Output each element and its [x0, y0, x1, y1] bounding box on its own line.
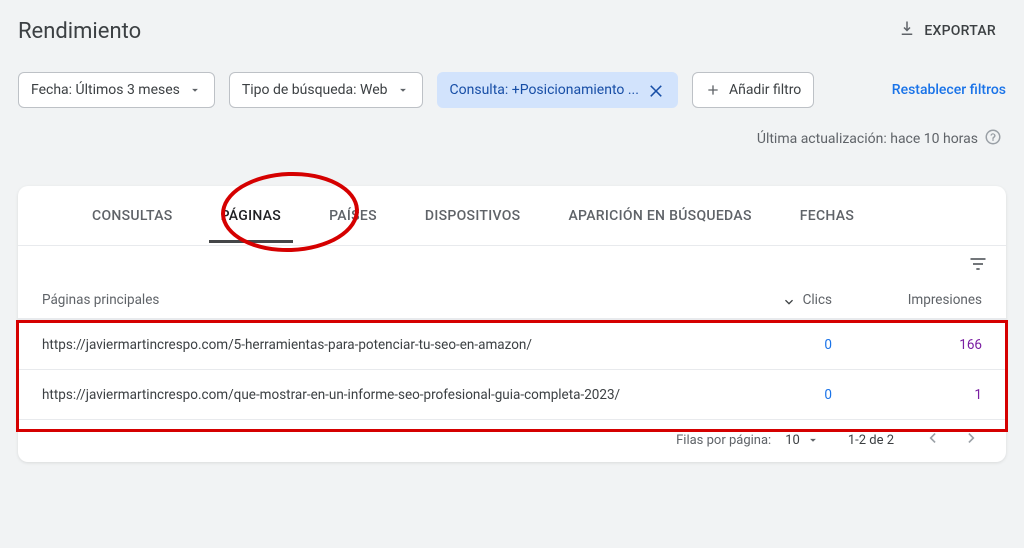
column-header-impresiones[interactable]: Impresiones — [832, 292, 982, 308]
filter-icon[interactable] — [968, 254, 988, 278]
filter-chip-date[interactable]: Fecha: Últimos 3 meses — [18, 72, 215, 108]
table-column-headers: Páginas principales Clics Impresiones — [18, 282, 1006, 320]
chevron-down-icon — [396, 83, 410, 97]
column-header-clics[interactable]: Clics — [682, 292, 832, 308]
filter-chip-add[interactable]: Añadir filtro — [692, 72, 814, 108]
cell-impresiones: 166 — [832, 337, 982, 353]
tab-consultas[interactable]: CONSULTAS — [88, 208, 177, 224]
filter-query-label: Consulta: +Posicionamiento ... — [450, 82, 639, 98]
help-icon[interactable] — [984, 128, 1002, 150]
close-icon[interactable] — [647, 81, 665, 99]
tab-dispositivos[interactable]: DISPOSITIVOS — [421, 208, 525, 224]
export-label: EXPORTAR — [924, 23, 996, 39]
reset-filters-link[interactable]: Restablecer filtros — [892, 82, 1006, 98]
tab-paises[interactable]: PAÍSES — [325, 208, 381, 224]
arrow-down-icon — [781, 292, 797, 308]
performance-card: CONSULTAS PÁGINAS PAÍSES DISPOSITIVOS AP… — [18, 186, 1006, 462]
tab-paginas[interactable]: PÁGINAS — [217, 208, 286, 224]
pagination: Filas por página: 10 1-2 de 2 — [18, 420, 1006, 462]
filter-add-label: Añadir filtro — [729, 82, 801, 98]
column-header-page[interactable]: Páginas principales — [42, 292, 682, 308]
pager-prev[interactable] — [922, 428, 942, 452]
pager-next[interactable] — [962, 428, 982, 452]
chevron-down-icon — [806, 433, 820, 447]
tab-fechas[interactable]: FECHAS — [796, 208, 858, 224]
column-header-clics-label: Clics — [803, 292, 832, 308]
filter-chip-query[interactable]: Consulta: +Posicionamiento ... — [437, 72, 678, 108]
last-updated-text: Última actualización: hace 10 horas — [757, 131, 978, 147]
chevron-down-icon — [188, 83, 202, 97]
cell-impresiones: 1 — [832, 387, 982, 403]
filter-chip-search-type[interactable]: Tipo de búsqueda: Web — [229, 72, 423, 108]
cell-url: https://javiermartincrespo.com/que-mostr… — [42, 387, 682, 403]
pager-range: 1-2 de 2 — [848, 433, 894, 448]
cell-url: https://javiermartincrespo.com/5-herrami… — [42, 337, 682, 353]
tabs-bar: CONSULTAS PÁGINAS PAÍSES DISPOSITIVOS AP… — [18, 186, 1006, 246]
cell-clics: 0 — [682, 387, 832, 403]
plus-icon — [705, 82, 721, 98]
filter-date-label: Fecha: Últimos 3 meses — [31, 82, 180, 98]
download-icon — [898, 20, 916, 42]
table-row[interactable]: https://javiermartincrespo.com/que-mostr… — [18, 370, 1006, 420]
export-button[interactable]: EXPORTAR — [888, 14, 1006, 48]
filter-search-type-label: Tipo de búsqueda: Web — [242, 82, 388, 98]
page-title: Rendimiento — [18, 19, 141, 44]
table-row[interactable]: https://javiermartincrespo.com/5-herrami… — [18, 320, 1006, 370]
rows-per-page-value[interactable]: 10 — [785, 433, 820, 448]
rows-per-page-label: Filas por página: — [676, 433, 771, 448]
cell-clics: 0 — [682, 337, 832, 353]
tab-apariencia[interactable]: APARICIÓN EN BÚSQUEDAS — [564, 208, 755, 224]
